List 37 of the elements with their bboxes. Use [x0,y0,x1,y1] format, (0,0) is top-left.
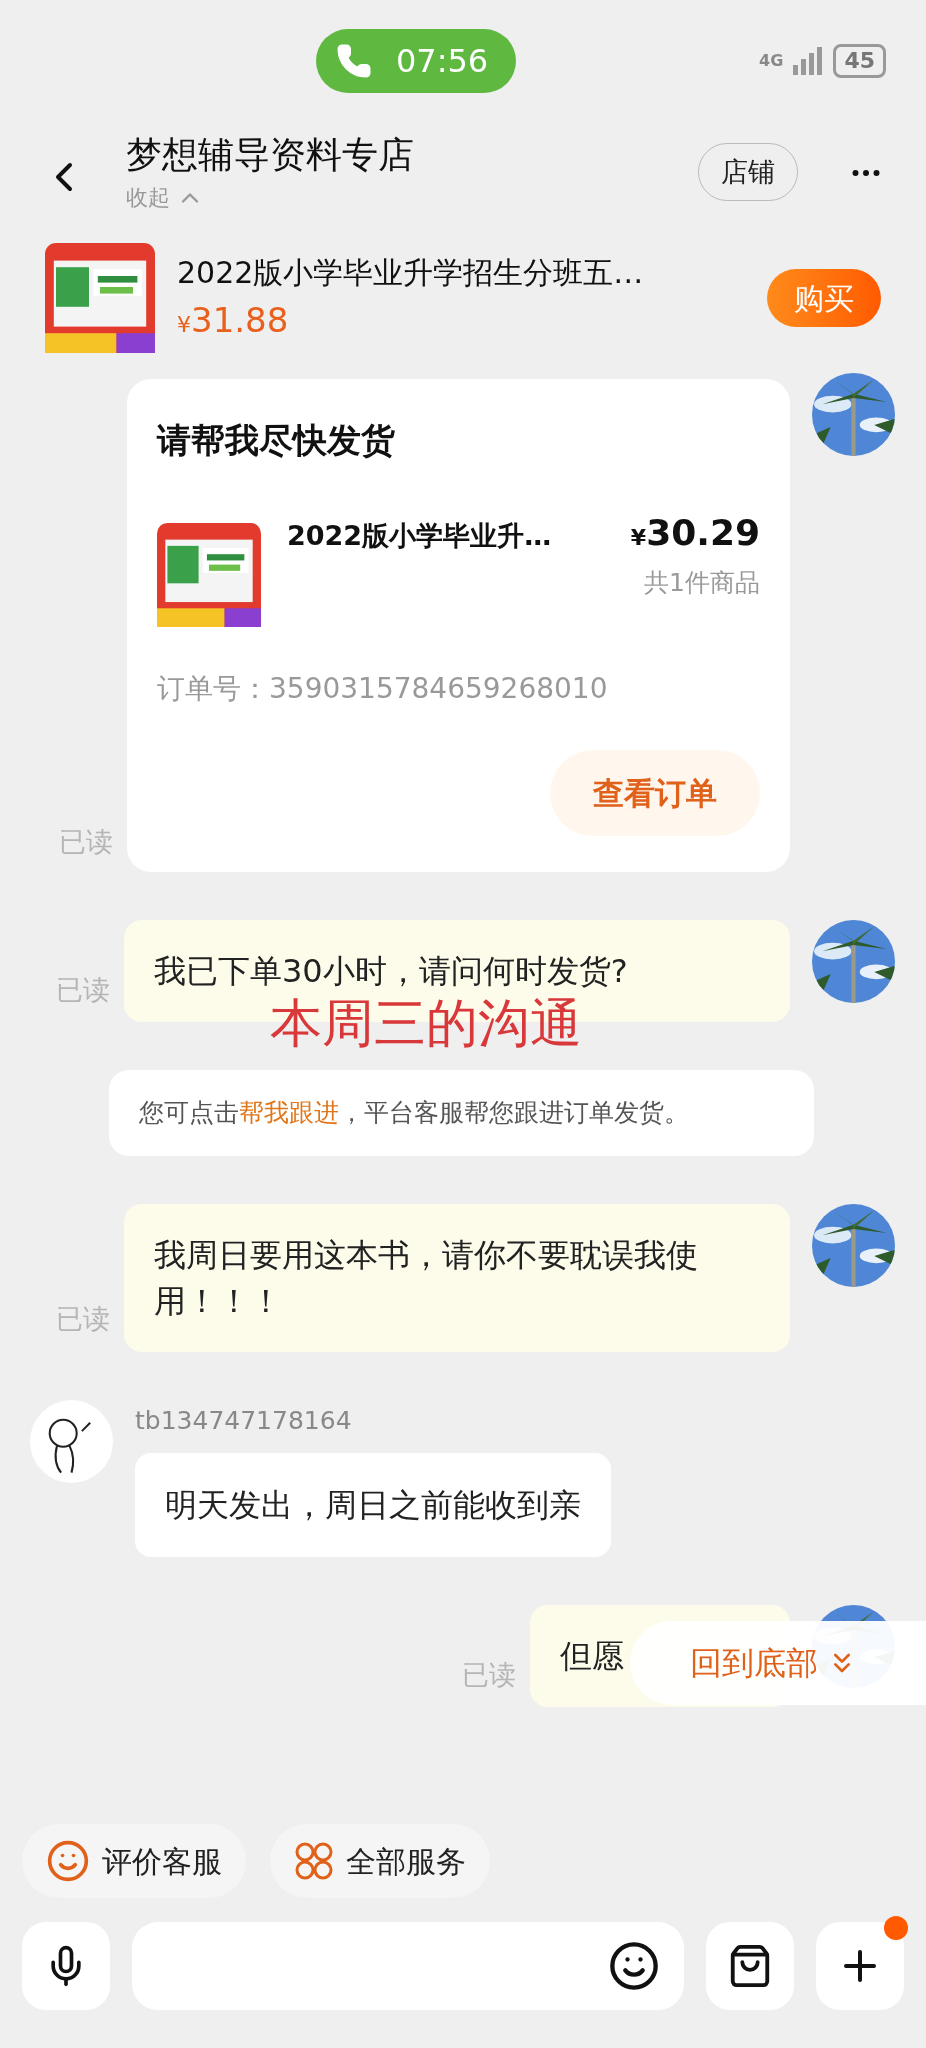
product-price: ¥31.88 [177,299,290,342]
battery-indicator: 45 [833,44,886,78]
phone-icon [336,43,372,79]
network-label: 4G [759,50,784,72]
read-receipt: 已读 [59,825,113,857]
sender-name: tb134747178164 [135,1404,353,1437]
message-bubble: 明天发出，周日之前能收到亲 [135,1453,611,1557]
plus-button[interactable] [816,1922,904,2010]
read-receipt: 已读 [56,973,110,1005]
item-title: 2022版小学毕业升… [287,519,552,553]
call-pill[interactable]: 07:56 [316,29,516,93]
card-title: 请帮我尽快发货 [157,419,396,462]
view-order-button[interactable]: 查看订单 [550,750,760,836]
quick-action-chip[interactable]: 全部服务 [270,1824,490,1898]
call-time: 07:56 [396,41,489,82]
grid-icon [294,1841,334,1881]
notice-text: 您可点击帮我跟进，平台客服帮您跟进订单发货。 [108,1070,814,1156]
shopping-bag-button[interactable] [706,1922,794,2010]
item-count: 共1件商品 [644,567,760,599]
message-bubble: 我周日要用这本书，请你不要耽误我使用！！！ [124,1203,790,1352]
shop-title: 梦想辅导资料专店 [126,133,414,177]
voice-button[interactable] [22,1922,110,2010]
order-number: 订单号：3590315784659268010 [157,671,609,707]
back-to-bottom-button[interactable]: 回到底部 [630,1621,926,1705]
emoji-icon[interactable] [608,1940,660,1992]
product-title: 2022版小学毕业升学招生分班五… [177,254,644,292]
read-receipt: 已读 [56,1303,110,1334]
collapse-label[interactable]: 收起 [126,181,170,214]
annotation: 本周三的沟通 [270,996,582,1050]
follow-up-link[interactable]: 帮我跟进 [238,1098,339,1127]
read-receipt: 已读 [462,1658,516,1690]
signal-icon [793,47,824,75]
buy-button[interactable]: 购买 [767,269,881,327]
item-price: ¥30.29 [630,511,760,555]
message-input[interactable] [132,1922,684,2010]
smiley-icon [46,1839,90,1883]
quick-action-chip[interactable]: 评价客服 [22,1824,246,1898]
